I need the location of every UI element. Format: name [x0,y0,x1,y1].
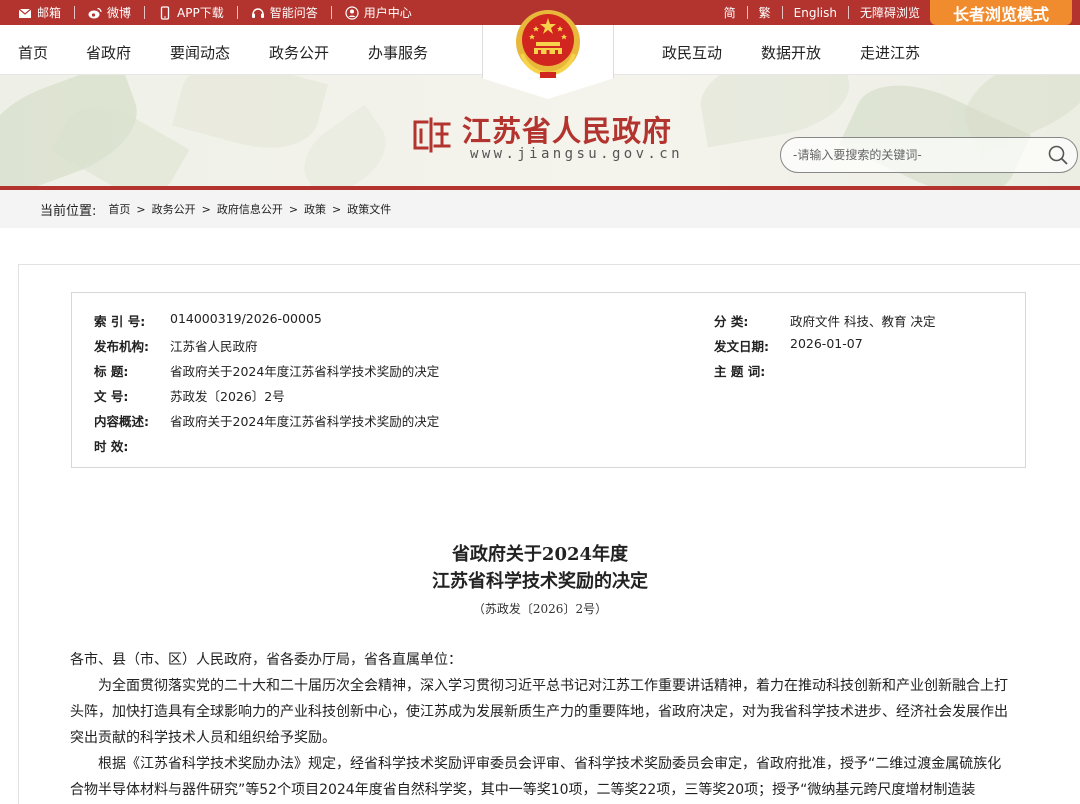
mail-icon [18,8,32,18]
weibo-link[interactable]: 微博 [88,4,131,21]
weibo-icon [88,7,102,18]
search-input[interactable] [793,146,1033,164]
smart-qa-link[interactable]: 智能问答 [251,4,318,21]
title-label: 标 题: [94,364,129,379]
breadcrumb-item-gov-affairs[interactable]: 政务公开 [152,201,196,217]
user-center-link[interactable]: 用户中心 [345,4,412,21]
user-center-label: 用户中心 [363,6,412,20]
chevron-right-icon: > [201,202,211,216]
traditional-chinese-link[interactable]: 繁 [759,4,771,21]
breadcrumb-item-policy-docs[interactable]: 政策文件 [347,201,391,217]
accessible-browse-link[interactable]: 无障碍浏览 [860,4,920,21]
divider [236,6,238,19]
headset-icon [251,7,264,18]
body-paragraph: 根据《江苏省科学技术奖励办法》规定，经省科学技术奖励评审委员会评审、省科学技术奖… [70,756,1002,798]
national-emblem-icon[interactable] [514,2,582,82]
site-name[interactable]: 江苏省人民政府 [462,108,672,150]
jiangsu-logo-icon[interactable] [411,116,453,154]
document-metadata-table: 索 引 号: 014000319/2026-00005 发布机构: 江苏省人民政… [71,292,1026,468]
mail-label: 邮箱 [37,6,62,20]
nav-item-news[interactable]: 要闻动态 [170,42,230,63]
site-url: www.jiangsu.gov.cn [470,146,683,162]
mail-link[interactable]: 邮箱 [18,4,61,21]
divider [781,6,783,19]
nav-item-home[interactable]: 首页 [18,42,48,63]
body-paragraph: 为全面贯彻落实党的二十大和二十届历次全会精神，深入学习贯彻习近平总书记对江苏工作… [70,678,1008,746]
issue-date-label: 发文日期: [714,339,769,354]
user-icon [345,5,359,20]
category-value: 政府文件 科技、教育 决定 [790,314,936,329]
elder-mode-button[interactable]: 长者浏览模式 [930,0,1072,25]
breadcrumb: 当前位置: 首页 > 政务公开 > 政府信息公开 > 政策 > 政策文件 [0,190,1080,228]
doc-number-label: 文 号: [94,389,129,404]
divider [847,6,849,19]
salutation-paragraph: 各市、县（市、区）人民政府，省各委办厅局，省各直属单位： [70,652,462,668]
nav-item-services[interactable]: 办事服务 [368,42,428,63]
summary-value: 省政府关于2024年度江苏省科学技术奖励的决定 [170,414,440,429]
breadcrumb-item-home[interactable]: 首页 [108,201,130,217]
title-value: 省政府关于2024年度江苏省科学技术奖励的决定 [170,364,440,379]
nav-item-about-jiangsu[interactable]: 走进江苏 [860,42,920,63]
category-label: 分 类: [714,314,749,329]
chevron-right-icon: > [288,202,299,216]
divider [746,6,748,19]
nav-item-province-gov[interactable]: 省政府 [86,42,131,63]
doc-number-value: 苏政发〔2026〕2号 [170,389,285,404]
simplified-chinese-link[interactable]: 简 [724,4,736,21]
english-link[interactable]: English [794,6,837,20]
breadcrumb-item-info-disclosure[interactable]: 政府信息公开 [217,201,283,217]
nav-item-gov-affairs[interactable]: 政务公开 [269,42,329,63]
app-download-link[interactable]: APP下载 [158,4,224,21]
document-number: （苏政发〔2026〕2号） [472,602,608,616]
breadcrumb-item-policy[interactable]: 政策 [304,201,326,217]
validity-label: 时 效: [94,439,129,454]
nav-item-open-data[interactable]: 数据开放 [761,42,821,63]
index-no-label: 索 引 号: [94,314,146,329]
index-no-value: 014000319/2026-00005 [170,311,322,326]
breadcrumb-lead: 当前位置: [40,203,97,219]
keywords-label: 主 题 词: [714,364,766,379]
publisher-label: 发布机构: [94,339,149,354]
search-icon[interactable] [1047,144,1069,166]
search-box [780,137,1078,173]
summary-label: 内容概述: [94,414,149,429]
phone-icon [160,5,170,20]
issue-date-value: 2026-01-07 [790,336,863,351]
document-title-line-1: 省政府关于2024年度 [451,544,629,565]
smart-qa-label: 智能问答 [269,6,318,20]
divider [144,6,146,19]
divider [330,6,332,19]
document-title-line-2: 江苏省科学技术奖励的决定 [432,571,648,592]
weibo-label: 微博 [107,6,132,20]
divider [74,6,76,19]
nav-item-interaction[interactable]: 政民互动 [662,42,722,63]
publisher-value: 江苏省人民政府 [170,339,258,354]
chevron-right-icon: > [332,202,342,216]
chevron-right-icon: > [136,202,146,216]
app-download-label: APP下载 [177,6,224,20]
